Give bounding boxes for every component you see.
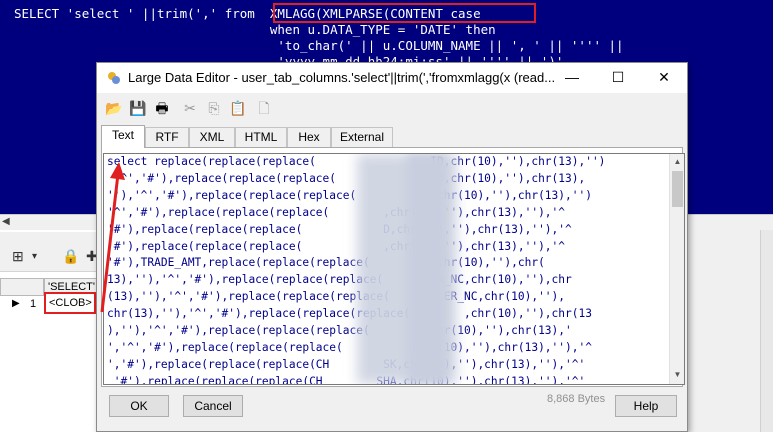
tab-external[interactable]: External bbox=[331, 127, 393, 147]
cut-icon[interactable]: ✂ bbox=[181, 99, 199, 117]
paste-icon[interactable]: 📋 bbox=[229, 99, 247, 117]
editor-toolbar: 📂 💾 🖶 ✂ ⎘ 📋 🗋 bbox=[97, 93, 687, 121]
vertical-scrollbar[interactable] bbox=[760, 230, 773, 432]
editor-content[interactable]: select replace(replace(replace( ID,chr(1… bbox=[107, 154, 669, 384]
dialog-footer: OK Cancel 8,868 Bytes Help bbox=[97, 389, 687, 431]
chevron-down-icon[interactable]: ▾ bbox=[32, 251, 37, 262]
scroll-up-icon[interactable]: ▲ bbox=[670, 155, 684, 169]
tab-rtf[interactable]: RTF bbox=[145, 127, 189, 147]
minimize-button[interactable]: — bbox=[549, 63, 595, 93]
print-icon[interactable]: 🖶 bbox=[153, 99, 171, 117]
row-header-corner bbox=[0, 278, 44, 296]
grid-view-icon[interactable]: ⊞ bbox=[12, 248, 24, 265]
lock-icon[interactable]: 🔒 bbox=[62, 248, 79, 265]
sql-line: 'to_char(' || u.COLUMN_NAME || ', ' || '… bbox=[14, 38, 624, 53]
scroll-down-icon[interactable]: ▼ bbox=[670, 368, 684, 382]
byte-count: 8,868 Bytes bbox=[547, 393, 606, 405]
annotation-arrow bbox=[100, 162, 125, 313]
text-editor[interactable]: select replace(replace(replace( ID,chr(1… bbox=[103, 153, 685, 385]
tab-text[interactable]: Text bbox=[101, 125, 145, 148]
xmlagg-highlight-box bbox=[273, 3, 536, 23]
large-data-editor-dialog: Large Data Editor - user_tab_columns.'se… bbox=[96, 62, 688, 432]
grid-toolbar: ⊞ ▾ 🔒 ✚ bbox=[0, 232, 110, 272]
dialog-title: Large Data Editor - user_tab_columns.'se… bbox=[128, 70, 556, 85]
background-window-edge bbox=[686, 230, 773, 432]
save-icon[interactable]: 💾 bbox=[129, 99, 147, 117]
app-icon bbox=[108, 72, 120, 84]
scroll-left-icon[interactable]: ◀ bbox=[2, 216, 10, 227]
editor-tabs: Text RTF XML HTML Hex External bbox=[97, 125, 687, 148]
sql-line: when u.DATA_TYPE = 'DATE' then bbox=[14, 22, 496, 37]
editor-vertical-scrollbar[interactable]: ▲ ▼ bbox=[669, 154, 684, 384]
close-button[interactable]: ✕ bbox=[641, 63, 687, 93]
cancel-button[interactable]: Cancel bbox=[183, 395, 243, 417]
clear-icon[interactable]: 🗋 bbox=[255, 99, 273, 117]
open-file-icon[interactable]: 📂 bbox=[105, 99, 123, 117]
current-row-indicator-icon: ▶ bbox=[12, 298, 20, 309]
row-number: 1 bbox=[30, 298, 37, 310]
help-button[interactable]: Help bbox=[615, 395, 677, 417]
copy-icon[interactable]: ⎘ bbox=[205, 99, 223, 117]
tab-hex[interactable]: Hex bbox=[287, 127, 331, 147]
title-bar[interactable]: Large Data Editor - user_tab_columns.'se… bbox=[97, 63, 687, 93]
ok-button[interactable]: OK bbox=[109, 395, 169, 417]
redaction-blur bbox=[407, 154, 447, 384]
result-grid: 'SELECT'| ▶ 1 <CLOB> bbox=[0, 272, 110, 432]
scroll-thumb[interactable] bbox=[672, 171, 683, 207]
clob-cell[interactable]: <CLOB> bbox=[44, 292, 96, 314]
tab-xml[interactable]: XML bbox=[189, 127, 235, 147]
maximize-button[interactable]: ☐ bbox=[595, 63, 641, 93]
tab-html[interactable]: HTML bbox=[235, 127, 287, 147]
